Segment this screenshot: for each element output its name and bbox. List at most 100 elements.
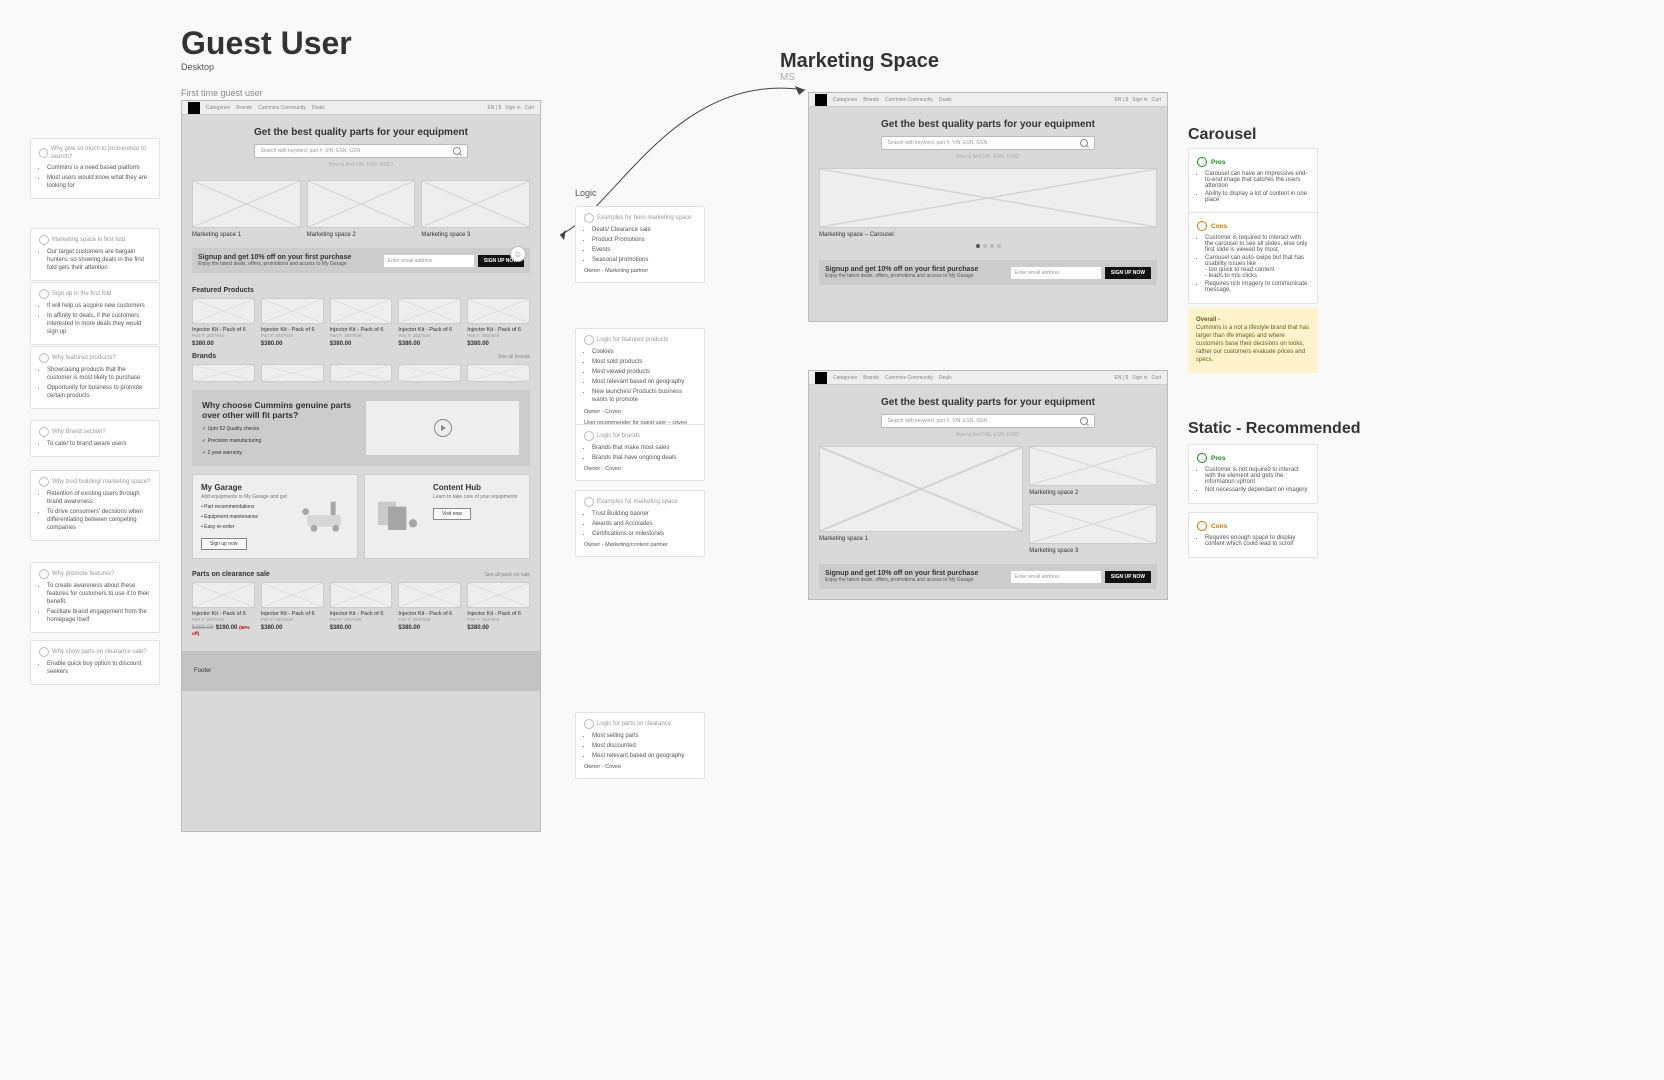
signup-strip: Signup and get 10% off on your first pur… (192, 248, 530, 273)
marketing-space-3[interactable] (421, 180, 530, 228)
nav-signin[interactable]: Sign in (1132, 97, 1147, 103)
page-subtitle: Desktop (181, 62, 214, 72)
nav-categories[interactable]: Categories (833, 97, 857, 103)
note-brand: Why Brand section?To cater to brand awar… (30, 420, 160, 457)
wireframe-static-variant: Categories Brands Cummins Community Deal… (808, 370, 1168, 600)
brand-logo[interactable] (815, 94, 827, 106)
hero-search[interactable]: Search with keyword, part #, VIN, ESN, G… (881, 136, 1096, 150)
note-clearance: Why show parts on clearance sale?Enable … (30, 640, 160, 685)
signup-button[interactable]: SIGN UP NOW (1105, 267, 1151, 279)
content-hub-illustration (373, 495, 423, 535)
ms1-caption: Marketing space 1 (192, 228, 301, 240)
hero-headline: Get the best quality parts for your equi… (182, 127, 540, 138)
nav-signin[interactable]: Sign in (505, 105, 520, 111)
brand-logo[interactable] (188, 102, 200, 114)
email-input[interactable]: Enter email address (384, 255, 474, 267)
nav-brands[interactable]: Brands (863, 375, 879, 381)
nav-locale[interactable]: EN | $ (1114, 375, 1128, 381)
brand-tile[interactable] (467, 364, 530, 382)
clearance-product[interactable]: Injector Kit - Pack of 6Part #: 2837646$… (398, 582, 461, 637)
featured-product[interactable]: Injector Kit - Pack of 6Part #: 2837646$… (330, 298, 393, 347)
nav-community[interactable]: Cummins Community (258, 105, 306, 111)
signup-strip: Signup and get 10% off on your first pur… (819, 564, 1157, 589)
nav-deals[interactable]: Deals (312, 105, 325, 111)
clearance-product[interactable]: Injector Kit - Pack of 6Part #: 2837646$… (330, 582, 393, 637)
garage-title: My Garage (201, 483, 349, 492)
clearance-product[interactable]: Injector Kit - Pack of 6Part #: 2837646$… (192, 582, 255, 637)
hero-headline: Get the best quality parts for your equi… (809, 119, 1167, 130)
brand-tile[interactable] (398, 364, 461, 382)
marketing-space-2[interactable] (1029, 446, 1157, 486)
nav-brands[interactable]: Brands (236, 105, 252, 111)
note-hero-examples: Examples for hero marketing spaceDeals/ … (575, 206, 705, 283)
carousel-pros: ProsCarousel can have an impressive end-… (1188, 148, 1318, 214)
nav-community[interactable]: Cummins Community (885, 375, 933, 381)
frame-name-guest: First time guest user (181, 88, 263, 98)
trust-check: 2 year warranty (202, 450, 355, 456)
marketing-carousel-slide[interactable] (819, 168, 1157, 228)
note-brand-logic: Logic for brandsBrands that make most sa… (575, 424, 705, 481)
hero: Get the best quality parts for your equi… (182, 115, 540, 176)
note-ms-examples: Examples for marketing spaceTrust Buildi… (575, 490, 705, 557)
nav-signin[interactable]: Sign in (1132, 375, 1147, 381)
note-features: Why promote features?To create awareness… (30, 562, 160, 633)
carousel-dots[interactable] (819, 240, 1157, 252)
contenthub-button[interactable]: Visit now (433, 508, 471, 520)
hero-hint[interactable]: How to find VIN, ESN, GSN? (809, 154, 1167, 160)
hero-search[interactable]: Search with keyword, part #, VIN, ESN, G… (254, 144, 469, 158)
hero-hint[interactable]: How to find VIN, ESN, GSN? (809, 432, 1167, 438)
signup-sub: Enjoy the latest deals, offers, promotio… (198, 261, 351, 267)
signup-button[interactable]: SIGN UP NOW (1105, 571, 1151, 583)
see-all-brands[interactable]: See all brands (498, 354, 530, 360)
nav-cart[interactable]: Cart (1152, 375, 1161, 381)
nav-deals[interactable]: Deals (939, 97, 952, 103)
nav-locale[interactable]: EN | $ (487, 105, 501, 111)
hero-hint[interactable]: How to find VIN, ESN, GSN? (182, 162, 540, 168)
hero-headline: Get the best quality parts for your equi… (809, 397, 1167, 408)
featured-product[interactable]: Injector Kit - Pack of 6Part #: 2837646$… (261, 298, 324, 347)
clearance-product[interactable]: Injector Kit - Pack of 6Part #: 2837646$… (467, 582, 530, 637)
wireframe-carousel-variant: Categories Brands Cummins Community Deal… (808, 92, 1168, 322)
carousel-overall: Overall -Cummins is a not a lifestyle br… (1188, 308, 1318, 373)
brand-tile[interactable] (330, 364, 393, 382)
chat-fab[interactable]: ☺ (510, 246, 526, 262)
nav-locale[interactable]: EN | $ (1114, 97, 1128, 103)
trust-video[interactable] (365, 400, 520, 456)
garage-signup-button[interactable]: Sign up now (201, 538, 247, 550)
static-pros: ProsCustomer is not required to interact… (1188, 444, 1318, 504)
hero-search[interactable]: Search with keyword, part #, VIN, ESN, G… (881, 414, 1096, 428)
carousel-caption: Marketing space – Carousel (819, 228, 1157, 240)
brand-tile[interactable] (192, 364, 255, 382)
nav-cart[interactable]: Cart (525, 105, 534, 111)
see-all-clearance[interactable]: See all parts on sale (485, 572, 530, 578)
nav-community[interactable]: Cummins Community (885, 97, 933, 103)
nav-brands[interactable]: Brands (863, 97, 879, 103)
search-icon[interactable] (453, 147, 461, 155)
clearance-product[interactable]: Injector Kit - Pack of 6Part #: 2837646$… (261, 582, 324, 637)
featured-product[interactable]: Injector Kit - Pack of 6Part #: 2837646$… (192, 298, 255, 347)
nav-categories[interactable]: Categories (206, 105, 230, 111)
ms2-caption: Marketing space 2 (307, 228, 416, 240)
email-input[interactable]: Enter email address (1011, 267, 1101, 279)
search-icon[interactable] (1080, 417, 1088, 425)
nav-categories[interactable]: Categories (833, 375, 857, 381)
brand-tile[interactable] (261, 364, 324, 382)
marketing-space-3[interactable] (1029, 504, 1157, 544)
static-cons: ConsRequires enough space to display con… (1188, 512, 1318, 558)
search-icon[interactable] (1080, 139, 1088, 147)
marketing-space-1[interactable] (192, 180, 301, 228)
carousel-cons: ConsCustomer is required to interact wit… (1188, 212, 1318, 304)
featured-product[interactable]: Injector Kit - Pack of 6Part #: 2837646$… (467, 298, 530, 347)
email-input[interactable]: Enter email address (1011, 571, 1101, 583)
marketing-space-2[interactable] (307, 180, 416, 228)
marketing-space-1[interactable] (819, 446, 1023, 532)
marketing-space-code: MS (780, 72, 795, 83)
brand-logo[interactable] (815, 372, 827, 384)
play-icon[interactable] (434, 419, 452, 437)
note-trust: Why trust building/ marketing space?Rete… (30, 470, 160, 541)
search-placeholder: Search with keyword, part #, VIN, ESN, G… (261, 148, 360, 154)
nav-deals[interactable]: Deals (939, 375, 952, 381)
nav-cart[interactable]: Cart (1152, 97, 1161, 103)
static-title: Static - Recommended (1188, 420, 1360, 438)
featured-product[interactable]: Injector Kit - Pack of 6Part #: 2837646$… (398, 298, 461, 347)
